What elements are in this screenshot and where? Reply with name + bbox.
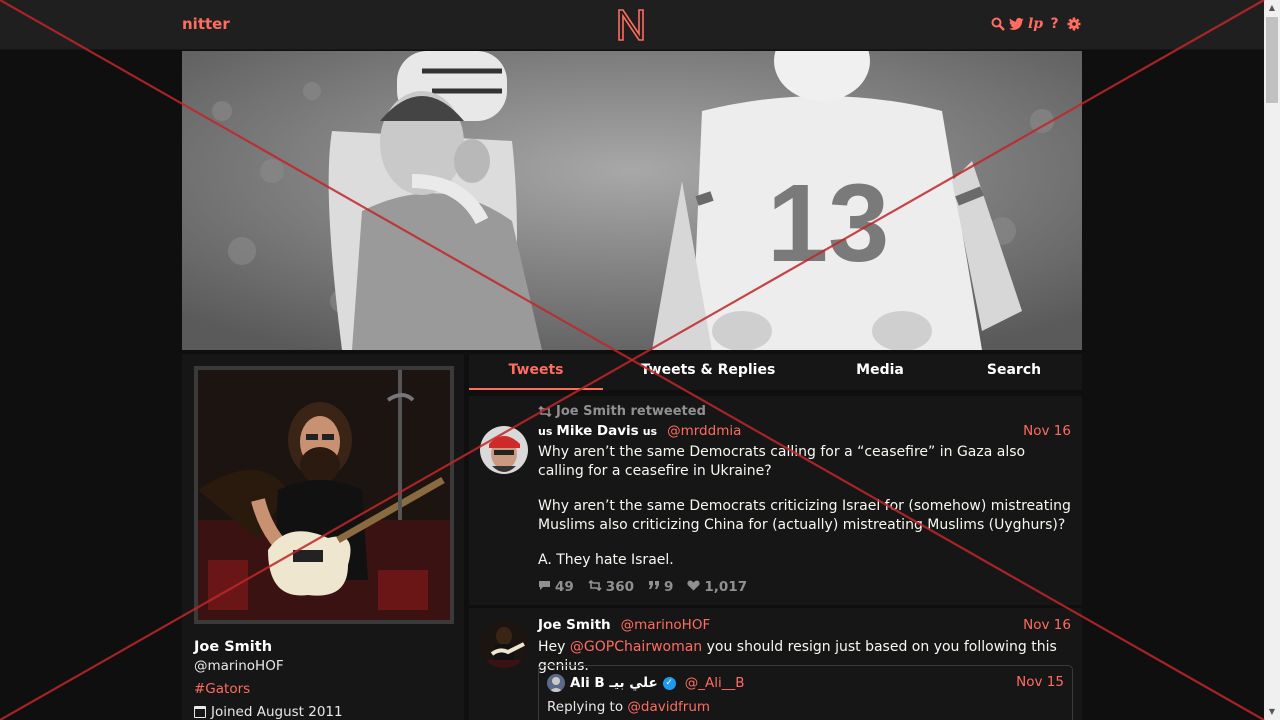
lp-icon[interactable]: lp [1028, 15, 1043, 33]
tweet-text: Hey [538, 639, 570, 655]
us-flag-icon: us [642, 424, 658, 438]
tweet-author-name[interactable]: Joe Smith [538, 617, 611, 633]
settings-gear-icon[interactable] [1066, 15, 1081, 33]
profile-tabs: Tweets Tweets & Replies Media Search [469, 354, 1082, 390]
quote-icon [648, 579, 660, 595]
tweet-paragraph: A. They hate Israel. [538, 552, 674, 568]
tab-media[interactable]: Media [839, 354, 921, 390]
top-navbar: nitter lp ? [0, 0, 1264, 50]
calendar-icon [194, 706, 206, 718]
tweet-author-handle[interactable]: @mrddmia [667, 423, 741, 439]
tweet-paragraph: Why aren’t the same Democrats criticizin… [538, 498, 1071, 533]
tweet-avatar[interactable] [480, 426, 528, 474]
scroll-up-arrow-icon[interactable]: ▲ [1264, 0, 1280, 16]
timeline-item[interactable]: Joe Smith retweeted us Mike Davis us @mr… [469, 396, 1082, 608]
joined-text: Joined August 2011 [211, 704, 343, 720]
quote-header: Ali B علي بيـ ✓ @_Ali__B [547, 674, 744, 692]
vertical-scrollbar[interactable]: ▲ ▼ [1264, 0, 1280, 720]
verified-badge-icon: ✓ [662, 676, 676, 690]
quote-avatar[interactable] [547, 674, 565, 692]
tweet-header: us Mike Davis us @mrddmia [538, 423, 741, 439]
nav-icons: lp ? [990, 15, 1081, 33]
tweet-header: Joe Smith @marinoHOF [538, 617, 710, 633]
profile-fullname[interactable]: Joe Smith [194, 639, 272, 655]
tweet-date[interactable]: Nov 16 [1023, 423, 1071, 439]
tab-tweets[interactable]: Tweets [469, 354, 603, 390]
tweet-date[interactable]: Nov 16 [1023, 617, 1071, 633]
retweeted-by[interactable]: Joe Smith retweeted [556, 404, 706, 419]
tweet-avatar[interactable] [480, 620, 528, 668]
reply-count: 49 [538, 579, 574, 595]
scrollbar-thumb[interactable] [1266, 17, 1278, 103]
tweet-author-handle[interactable]: @marinoHOF [621, 617, 711, 633]
tweet-content: Why aren’t the same Democrats calling fo… [538, 443, 1072, 587]
profile-banner-image[interactable]: 13 [182, 51, 1082, 350]
retweet-icon [588, 579, 602, 595]
quote-author-handle[interactable]: @_Ali__B [685, 675, 745, 691]
profile-username[interactable]: @marinoHOF [194, 658, 284, 674]
replying-to-mention[interactable]: @davidfrum [627, 699, 710, 715]
nitter-home-link[interactable]: nitter [182, 15, 230, 33]
quoted-tweet[interactable]: Ali B علي بيـ ✓ @_Ali__B Nov 15 Replying… [538, 665, 1073, 720]
timeline: Joe Smith retweeted us Mike Davis us @mr… [469, 396, 1082, 720]
profile-joined-date: Joined August 2011 [194, 704, 343, 720]
retweet-header: Joe Smith retweeted [538, 404, 706, 419]
heart-icon [687, 579, 701, 595]
replying-label: Replying to [547, 699, 624, 715]
tweet-stats: 49 360 9 1,017 [538, 579, 747, 595]
svg-text:13: 13 [767, 162, 889, 285]
quote-count: 9 [648, 579, 673, 595]
retweet-icon [538, 406, 552, 417]
scroll-down-arrow-icon[interactable]: ▼ [1264, 704, 1280, 720]
like-count: 1,017 [687, 579, 747, 595]
tab-search[interactable]: Search [974, 354, 1054, 390]
tab-tweets-replies[interactable]: Tweets & Replies [629, 354, 787, 390]
help-icon[interactable]: ? [1047, 15, 1062, 33]
search-icon[interactable] [990, 15, 1005, 33]
profile-avatar[interactable] [194, 366, 454, 624]
quote-date[interactable]: Nov 15 [1016, 674, 1064, 690]
profile-bio-hashtag[interactable]: #Gators [194, 681, 250, 697]
comment-icon [538, 579, 551, 595]
quote-author-name[interactable]: Ali B علي بيـ [570, 675, 658, 691]
twitter-bird-icon[interactable] [1009, 15, 1024, 33]
nitter-logo-icon[interactable] [616, 8, 646, 42]
retweet-count: 360 [588, 579, 634, 595]
timeline-item[interactable]: Joe Smith @marinoHOF Nov 16 Hey @GOPChai… [469, 608, 1082, 720]
us-flag-icon: us [538, 424, 553, 438]
profile-card: Joe Smith @marinoHOF #Gators Joined Augu… [182, 354, 464, 720]
tweet-paragraph: Why aren’t the same Democrats calling fo… [538, 444, 1026, 479]
quote-replying-to: Replying to @davidfrum [547, 699, 710, 715]
mention-link[interactable]: @GOPChairwoman [570, 639, 702, 655]
tweet-author-name[interactable]: Mike Davis [556, 423, 638, 439]
